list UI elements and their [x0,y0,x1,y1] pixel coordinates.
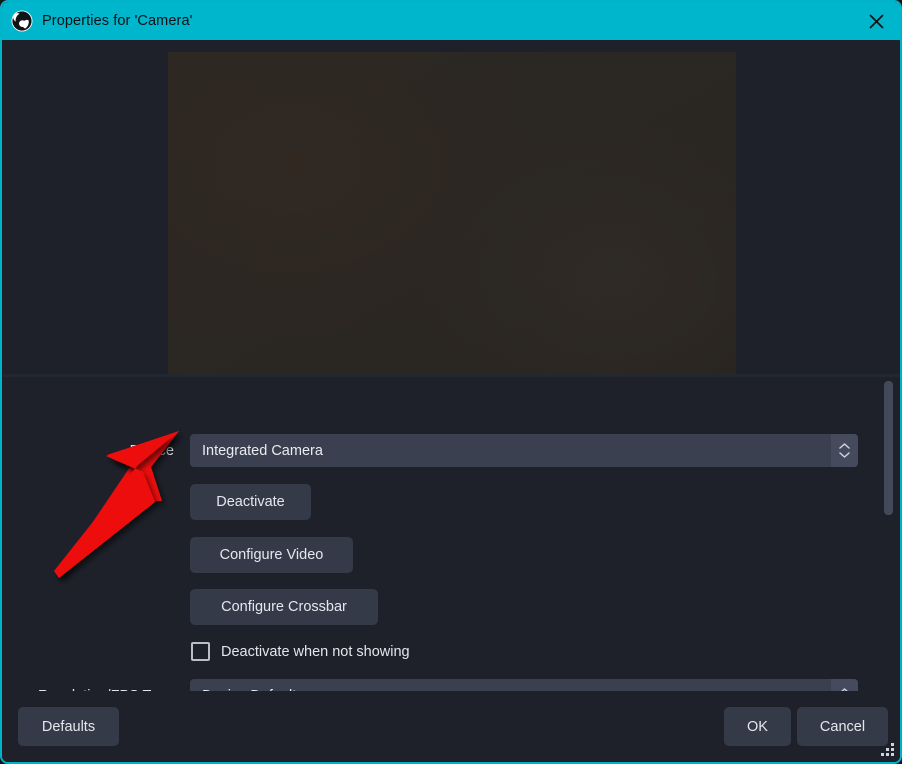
window-title: Properties for 'Camera' [42,13,193,29]
scrollbar-thumb[interactable] [884,381,893,515]
obs-logo-icon [11,10,33,32]
deactivate-when-not-showing-label: Deactivate when not showing [221,643,410,660]
vertical-scrollbar[interactable] [882,377,895,695]
title-bar: Properties for 'Camera' [2,2,900,40]
chevron-up-down-icon[interactable] [831,434,858,467]
properties-dialog: Properties for 'Camera' Device Integrate… [0,0,902,764]
device-label: Device [129,442,174,459]
dialog-footer: Defaults OK Cancel [2,691,900,762]
resize-grip-icon[interactable] [881,743,896,758]
dialog-content: Device Integrated Camera Deactivate Conf… [2,40,900,695]
configure-crossbar-button[interactable]: Configure Crossbar [190,589,378,625]
close-icon[interactable] [848,2,900,40]
configure-crossbar-row: Configure Crossbar [190,589,378,625]
defaults-button[interactable]: Defaults [18,707,119,746]
device-combobox-value: Integrated Camera [202,442,323,459]
deactivate-when-not-showing-row[interactable]: Deactivate when not showing [191,642,410,661]
deactivate-when-not-showing-checkbox[interactable] [191,642,210,661]
configure-video-button[interactable]: Configure Video [190,537,353,573]
camera-video-preview [168,52,736,374]
device-combobox[interactable]: Integrated Camera [190,434,858,467]
configure-video-row: Configure Video [190,537,353,573]
deactivate-row: Deactivate [190,484,311,520]
cancel-button[interactable]: Cancel [797,707,888,746]
properties-scroll-area[interactable]: Device Integrated Camera Deactivate Conf… [2,377,900,695]
preview-pane [20,40,882,374]
device-row: Device Integrated Camera [2,434,858,467]
ok-button[interactable]: OK [724,707,791,746]
deactivate-button[interactable]: Deactivate [190,484,311,520]
